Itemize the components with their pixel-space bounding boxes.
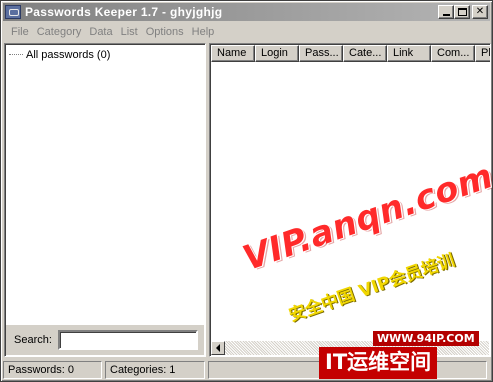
- menu-bar: File Category Data List Options Help: [3, 23, 490, 41]
- maximize-icon: [457, 8, 467, 16]
- minimize-button[interactable]: [438, 5, 454, 19]
- status-empty-cell: [208, 361, 487, 379]
- search-label: Search:: [14, 334, 52, 346]
- menu-options[interactable]: Options: [142, 26, 188, 38]
- menu-list[interactable]: List: [117, 26, 142, 38]
- category-tree: All passwords (0): [9, 48, 201, 62]
- category-tree-panel: All passwords (0) Search:: [4, 43, 206, 357]
- column-header-password[interactable]: Pass...: [299, 45, 343, 62]
- column-header-pl[interactable]: Pl: [475, 45, 490, 62]
- search-input[interactable]: [57, 330, 198, 350]
- column-header-link[interactable]: Link: [387, 45, 431, 62]
- minimize-icon: [442, 14, 450, 16]
- scroll-left-button[interactable]: [211, 341, 225, 355]
- tree-node-label: All passwords (0): [26, 49, 111, 61]
- column-header-category[interactable]: Cate...: [343, 45, 387, 62]
- close-icon: ✕: [475, 6, 485, 17]
- menu-category[interactable]: Category: [33, 26, 86, 38]
- status-bar: Passwords: 0 Categories: 1: [3, 361, 490, 380]
- title-bar[interactable]: Passwords Keeper 1.7 - ghyjghjg ✕: [3, 3, 490, 21]
- tree-connector-line: [9, 48, 23, 55]
- column-header-comment[interactable]: Com...: [431, 45, 475, 62]
- close-button[interactable]: ✕: [472, 5, 488, 19]
- horizontal-scrollbar[interactable]: [211, 341, 489, 355]
- search-area: Search:: [6, 325, 204, 355]
- app-window: Passwords Keeper 1.7 - ghyjghjg ✕ File C…: [0, 0, 493, 382]
- window-title: Passwords Keeper 1.7 - ghyjghjg: [25, 5, 223, 19]
- status-categories-count: Categories: 1: [105, 361, 205, 379]
- password-list[interactable]: Name Login Pass... Cate... Link Com... P…: [209, 43, 491, 357]
- list-header: Name Login Pass... Cate... Link Com... P…: [211, 45, 490, 62]
- lock-app-icon[interactable]: [5, 5, 21, 19]
- column-header-login[interactable]: Login: [255, 45, 299, 62]
- column-header-name[interactable]: Name: [211, 45, 255, 62]
- menu-data[interactable]: Data: [85, 26, 116, 38]
- status-passwords-count: Passwords: 0: [3, 361, 102, 379]
- tree-node-all-passwords[interactable]: All passwords (0): [9, 48, 201, 62]
- maximize-button[interactable]: [454, 5, 470, 19]
- menu-help[interactable]: Help: [188, 26, 219, 38]
- scrollbar-track[interactable]: [225, 341, 489, 355]
- menu-file[interactable]: File: [7, 26, 33, 38]
- arrow-left-icon: [216, 344, 220, 352]
